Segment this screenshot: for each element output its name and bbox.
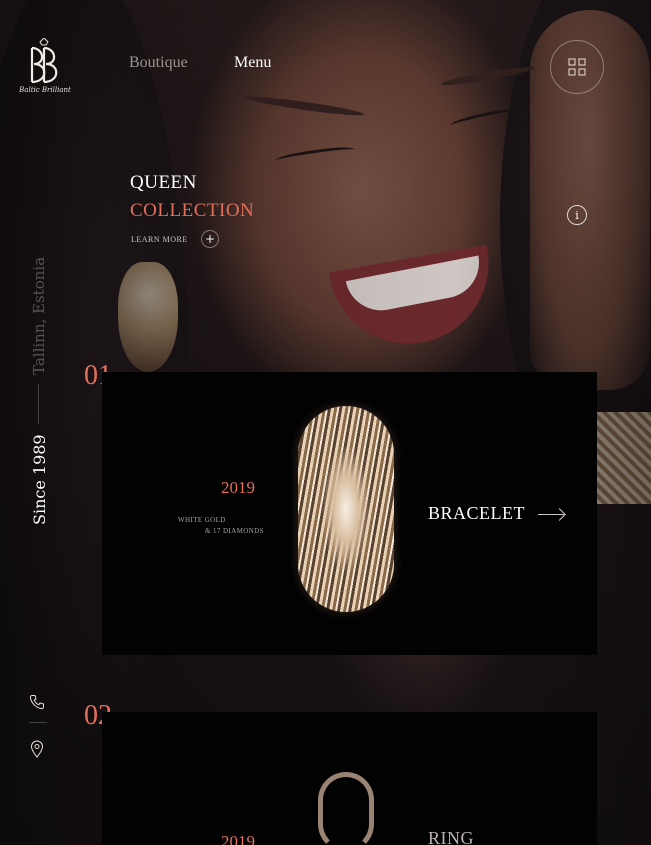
info-icon[interactable]: i	[567, 205, 587, 225]
product-year: 2019	[221, 478, 255, 497]
learn-more-link[interactable]: LEARN MORE	[131, 235, 188, 244]
product-spec: WHITE GOLD	[178, 516, 226, 524]
since-text: Since 1989	[30, 434, 49, 525]
hero-subtitle: COLLECTION	[130, 200, 255, 221]
location-text: Tallinn, Estonia	[30, 256, 48, 375]
product-title[interactable]: RING	[428, 828, 474, 845]
rail-divider	[29, 722, 47, 723]
phone-icon[interactable]	[29, 694, 45, 710]
product-year: 2019	[221, 832, 255, 845]
plus-icon[interactable]: +	[201, 230, 219, 248]
ring-image	[318, 772, 374, 845]
arrow-right-icon[interactable]	[538, 514, 564, 515]
nav-boutique[interactable]: Boutique	[129, 54, 188, 72]
bracelet-image	[298, 406, 394, 612]
hero-title: QUEEN	[130, 172, 197, 193]
grid-icon	[568, 58, 586, 76]
nav-menu[interactable]: Menu	[234, 54, 271, 72]
left-rail: Tallinn, Estonia Since 1989	[0, 0, 76, 845]
location-pin-icon[interactable]	[30, 740, 44, 758]
product-title[interactable]: BRACELET	[428, 503, 525, 524]
menu-button[interactable]	[550, 40, 604, 94]
rail-divider	[38, 384, 39, 424]
brand-name: Baltic Brilliant	[19, 86, 71, 94]
product-spec: & 17 DIAMONDS	[205, 527, 264, 535]
